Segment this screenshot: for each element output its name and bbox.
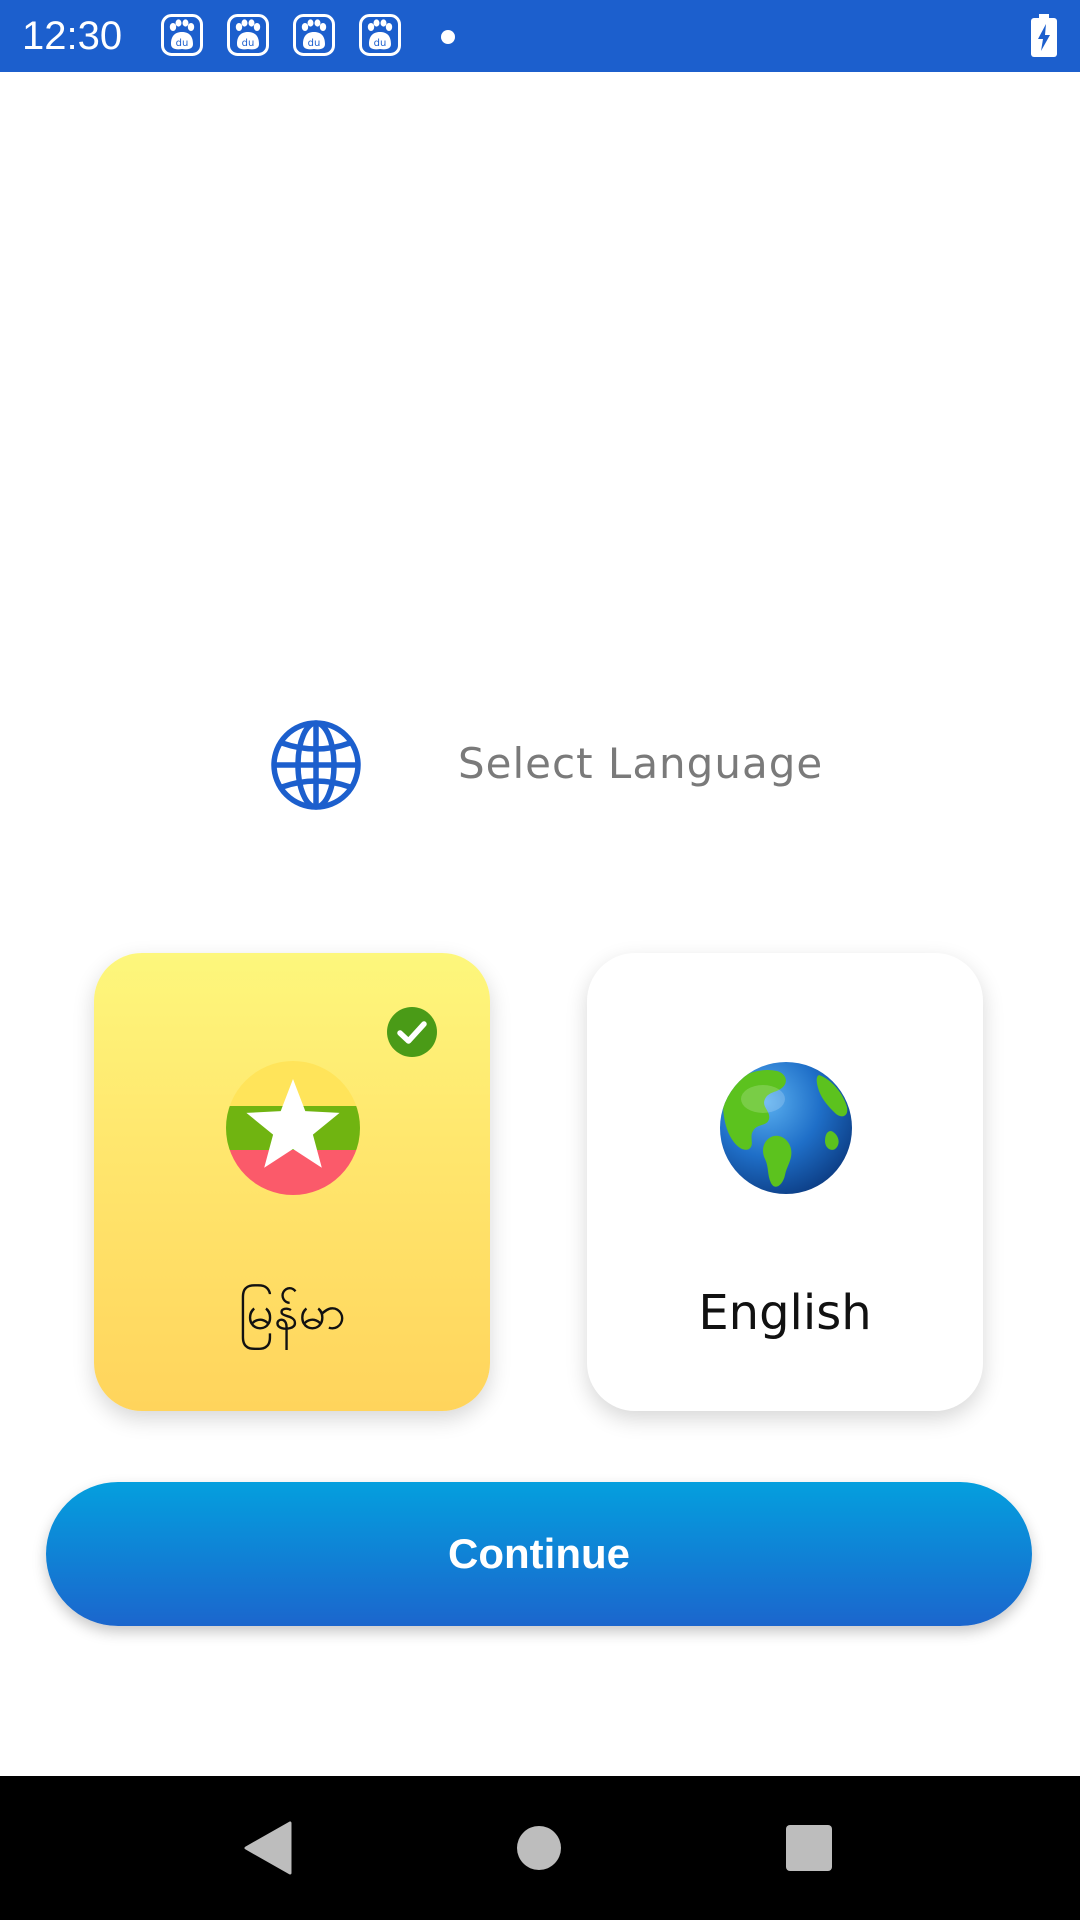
myanmar-flag-icon <box>226 1061 360 1195</box>
back-icon[interactable] <box>242 1821 292 1875</box>
baidu-paw-icon: du <box>227 14 269 56</box>
language-label-english: English <box>698 1285 872 1341</box>
more-notifications-dot-icon <box>441 30 455 44</box>
baidu-paw-icon: du <box>161 14 203 56</box>
language-card-english[interactable]: English <box>587 953 983 1411</box>
status-time: 12:30 <box>22 14 123 58</box>
svg-text:du: du <box>242 38 255 49</box>
continue-button[interactable]: Continue <box>46 1482 1032 1626</box>
baidu-paw-icon: du <box>293 14 335 56</box>
svg-text:du: du <box>308 38 321 49</box>
check-circle-icon <box>387 1007 437 1057</box>
earth-globe-icon <box>720 1062 852 1194</box>
status-bar: 12:30 du du du du <box>0 0 1080 72</box>
page-title: Select Language <box>458 739 824 788</box>
language-label-myanmar: မြန်မာ <box>238 1285 346 1341</box>
baidu-paw-icon: du <box>359 14 401 56</box>
recents-icon[interactable] <box>786 1825 832 1871</box>
language-card-myanmar[interactable]: မြန်မာ <box>94 953 490 1411</box>
battery-charging-icon <box>1031 14 1057 57</box>
svg-text:du: du <box>176 38 189 49</box>
svg-text:du: du <box>374 38 387 49</box>
navigation-bar <box>0 1776 1080 1920</box>
home-icon[interactable] <box>517 1826 561 1870</box>
globe-grid-icon <box>271 720 361 810</box>
